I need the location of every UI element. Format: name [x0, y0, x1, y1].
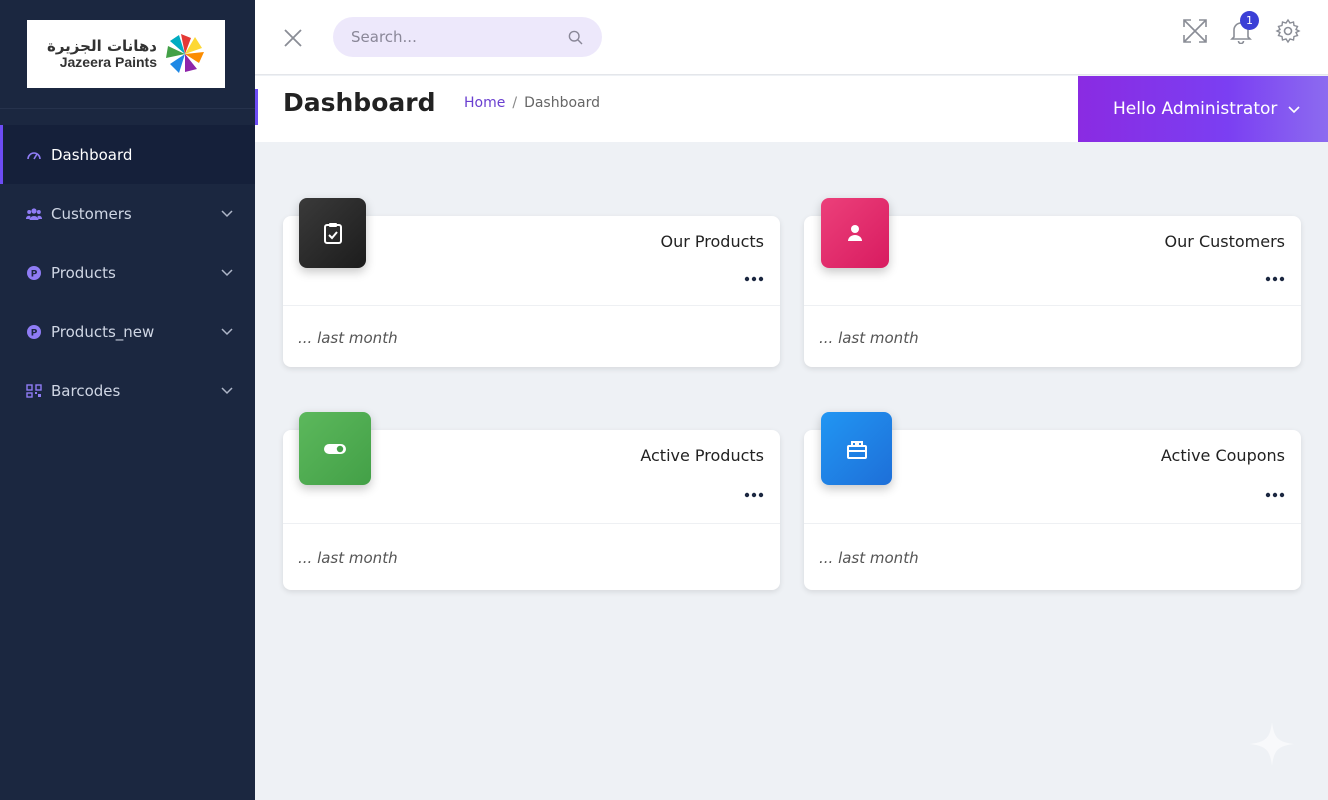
gauge-icon [26, 147, 42, 163]
chevron-down-icon [1288, 106, 1300, 114]
sidebar-item-products-new[interactable]: P Products_new [0, 302, 255, 361]
more-options-icon[interactable] [1265, 491, 1285, 499]
breadcrumb-home-link[interactable]: Home [464, 95, 505, 111]
breadcrumb-current: Dashboard [524, 95, 601, 111]
barcode-icon [26, 383, 42, 399]
card-title: Our Products [660, 232, 764, 251]
card-divider [283, 523, 780, 524]
gear-icon[interactable] [1275, 18, 1301, 44]
user-menu-button[interactable]: Hello Administrator [1078, 76, 1328, 142]
breadcrumb: Home / Dashboard [464, 95, 600, 111]
card-footer: ... last month [819, 329, 919, 347]
close-icon[interactable] [283, 28, 303, 48]
card-divider [804, 305, 1301, 306]
sidebar-nav: Dashboard Customers P Products P Product… [0, 125, 255, 420]
sidebar-item-label: Barcodes [51, 381, 121, 400]
search-box [333, 17, 602, 57]
card-icon-badge [299, 198, 366, 268]
sidebar: دهانات الجزيرة Jazeera Paints Dashboard [0, 0, 255, 800]
sidebar-item-label: Products [51, 263, 116, 282]
sidebar-item-label: Products_new [51, 322, 155, 341]
user-icon [848, 225, 862, 241]
sidebar-item-barcodes[interactable]: Barcodes [0, 361, 255, 420]
chevron-down-icon [221, 328, 233, 336]
search-input[interactable] [351, 28, 561, 46]
page-header: Dashboard Home / Dashboard [255, 76, 1078, 142]
card-divider [283, 305, 780, 306]
gift-box-icon [846, 440, 867, 459]
sidebar-divider [0, 108, 255, 109]
card-title: Active Coupons [1160, 446, 1285, 465]
card-title: Our Customers [1164, 232, 1285, 251]
chevron-down-icon [221, 269, 233, 277]
sidebar-item-dashboard[interactable]: Dashboard [0, 125, 255, 184]
svg-text:P: P [31, 269, 38, 279]
product-p-icon: P [26, 265, 42, 281]
more-options-icon[interactable] [744, 275, 764, 283]
top-header: 1 [255, 0, 1328, 75]
toggle-icon [324, 443, 346, 454]
user-greeting: Hello Administrator [1113, 99, 1278, 119]
logo-pinwheel-icon [166, 34, 205, 73]
notification-badge: 1 [1240, 11, 1259, 30]
logo-text: دهانات الجزيرة Jazeera Paints [47, 38, 157, 70]
page-header-accent [255, 89, 258, 125]
page-title: Dashboard [283, 88, 436, 117]
sidebar-item-label: Dashboard [51, 145, 133, 164]
more-options-icon[interactable] [1265, 275, 1285, 283]
card-title: Active Products [640, 446, 764, 465]
logo[interactable]: دهانات الجزيرة Jazeera Paints [27, 20, 225, 88]
users-icon [26, 206, 42, 222]
clipboard-check-icon [323, 223, 342, 244]
sidebar-item-customers[interactable]: Customers [0, 184, 255, 243]
more-options-icon[interactable] [744, 491, 764, 499]
sidebar-item-label: Customers [51, 204, 132, 223]
fullscreen-icon[interactable] [1182, 18, 1208, 44]
logo-english-text: Jazeera Paints [59, 53, 158, 70]
breadcrumb-separator: / [512, 95, 518, 111]
sparkle-icon [1250, 722, 1294, 766]
search-icon[interactable] [568, 30, 583, 45]
card-footer: ... last month [298, 549, 398, 567]
card-footer: ... last month [819, 549, 919, 567]
card-divider [804, 523, 1301, 524]
card-icon-badge [821, 198, 889, 268]
card-icon-badge [821, 412, 892, 485]
product-p-icon: P [26, 324, 42, 340]
card-icon-badge [299, 412, 371, 485]
chevron-down-icon [221, 210, 233, 218]
chevron-down-icon [221, 387, 233, 395]
sidebar-item-products[interactable]: P Products [0, 243, 255, 302]
logo-arabic-text: دهانات الجزيرة [46, 37, 158, 56]
card-footer: ... last month [298, 329, 398, 347]
svg-text:P: P [31, 328, 38, 338]
